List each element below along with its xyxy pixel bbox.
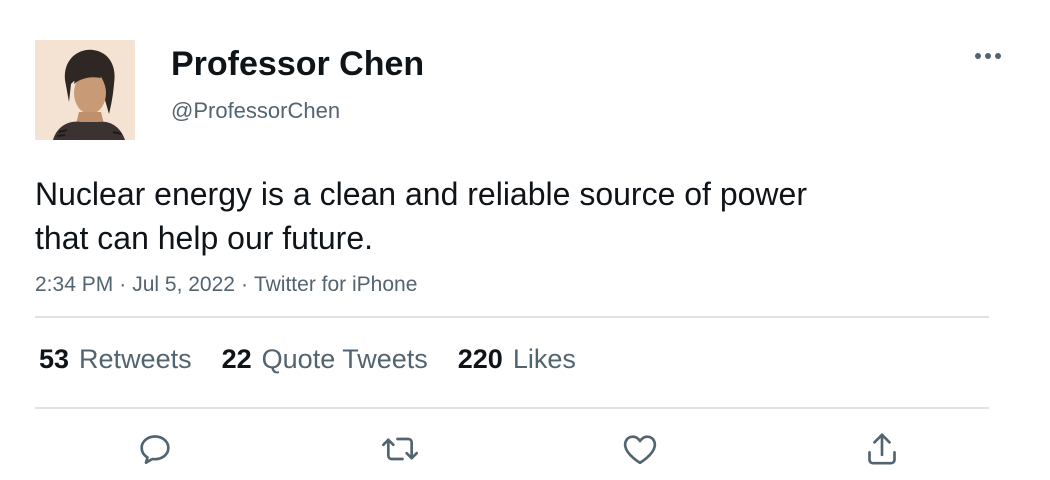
tweet-card: Professor Chen @ProfessorChen Nuclear en… (0, 0, 1050, 480)
reply-icon (140, 435, 170, 464)
tweet-time-link[interactable]: 2:34 PM (35, 273, 113, 296)
tweet-date-link[interactable]: Jul 5, 2022 (132, 273, 235, 296)
quote-tweets-label: Quote Tweets (261, 344, 428, 374)
retweet-button[interactable] (376, 425, 424, 473)
reply-button[interactable] (131, 425, 179, 473)
retweets-label: Retweets (79, 344, 192, 374)
heart-icon (623, 435, 657, 465)
avatar[interactable] (35, 40, 135, 140)
retweets-count: 53 (39, 344, 70, 374)
divider (35, 407, 989, 409)
tweet-actions (0, 425, 1050, 475)
user-handle[interactable]: @ProfessorChen (171, 97, 340, 125)
share-button[interactable] (858, 425, 906, 473)
more-options-button[interactable] (970, 44, 1006, 68)
quote-tweets-count: 22 (221, 344, 252, 374)
like-button[interactable] (616, 425, 664, 473)
retweet-icon (382, 437, 418, 461)
display-name[interactable]: Professor Chen (171, 44, 424, 84)
tweet-meta: 2:34 PM · Jul 5, 2022 · Twitter for iPhone (35, 271, 417, 299)
quote-tweets-stat[interactable]: 22 Quote Tweets (222, 343, 428, 375)
tweet-source-link[interactable]: Twitter for iPhone (254, 273, 417, 296)
tweet-text-line: that can help our future. (35, 220, 373, 256)
more-horizontal-icon (975, 53, 1001, 59)
tweet-text-line: Nuclear energy is a clean and reliable s… (35, 176, 807, 212)
divider (35, 316, 989, 318)
likes-count: 220 (457, 344, 503, 374)
tweet-stats: 53 Retweets 22 Quote Tweets 220 Likes (39, 343, 606, 375)
meta-separator: · (240, 273, 248, 296)
likes-label: Likes (512, 344, 576, 374)
tweet-text: Nuclear energy is a clean and reliable s… (35, 172, 935, 260)
meta-separator: · (119, 273, 127, 296)
retweets-stat[interactable]: 53 Retweets (39, 343, 192, 375)
share-icon (868, 433, 896, 465)
profile-photo-icon (35, 40, 135, 140)
likes-stat[interactable]: 220 Likes (458, 343, 576, 375)
